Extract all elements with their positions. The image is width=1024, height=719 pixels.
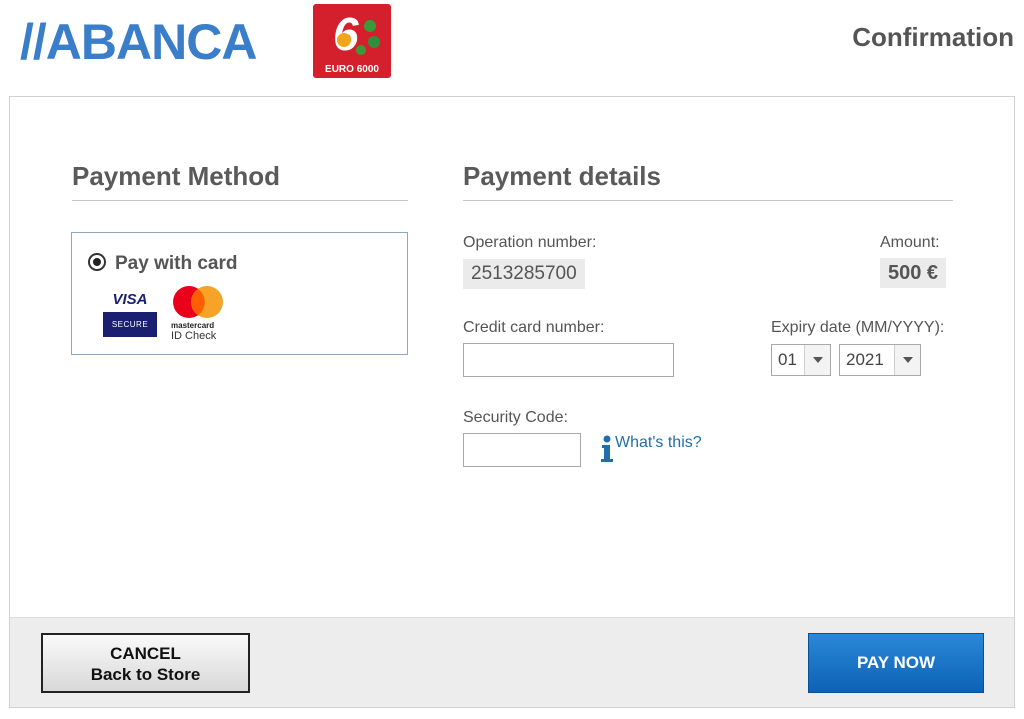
chevron-down-icon — [804, 345, 830, 375]
payment-details-divider — [463, 200, 953, 201]
abanca-logo: //ABANCA — [20, 14, 257, 70]
payment-method-title: Payment Method — [72, 161, 281, 191]
amount-label: Amount: — [880, 234, 940, 251]
expiry-month-select[interactable]: 01 — [771, 344, 831, 376]
pay-with-card-option[interactable]: Pay with card VISA SECURE mastercard ID … — [71, 232, 408, 355]
operation-number-label: Operation number: — [463, 234, 597, 251]
pay-now-button[interactable]: PAY NOW — [808, 633, 984, 693]
cancel-button[interactable]: CANCEL Back to Store — [41, 633, 250, 693]
card-number-input[interactable] — [463, 343, 674, 377]
security-code-label: Security Code: — [463, 409, 568, 426]
mastercard-id-check-icon: mastercard ID Check — [169, 285, 229, 342]
pay-with-card-label: Pay with card — [115, 253, 238, 274]
svg-text:EURO 6000: EURO 6000 — [325, 64, 379, 75]
header: //ABANCA 6 EURO 6000 Confirmation — [0, 0, 1024, 96]
expiry-date-label: Expiry date (MM/YYYY): — [771, 319, 945, 336]
payment-method-divider — [72, 200, 408, 201]
pay-with-card-radio[interactable] — [88, 253, 106, 271]
euro6000-logo: 6 EURO 6000 — [313, 4, 391, 78]
info-icon[interactable] — [598, 435, 616, 463]
visa-secure-icon: VISA SECURE — [103, 288, 157, 340]
security-code-input[interactable] — [463, 433, 581, 467]
whats-this-link[interactable]: What's this? — [615, 434, 702, 452]
payment-details-title: Payment details — [463, 161, 661, 191]
expiry-year-select[interactable]: 2021 — [839, 344, 921, 376]
operation-number-value: 2513285700 — [463, 259, 585, 289]
chevron-down-icon — [894, 345, 920, 375]
card-number-label: Credit card number: — [463, 319, 605, 336]
payment-panel: Payment Method Pay with card VISA SECURE… — [9, 96, 1015, 708]
page-title: Confirmation — [852, 22, 1014, 52]
amount-value: 500 € — [880, 258, 947, 288]
